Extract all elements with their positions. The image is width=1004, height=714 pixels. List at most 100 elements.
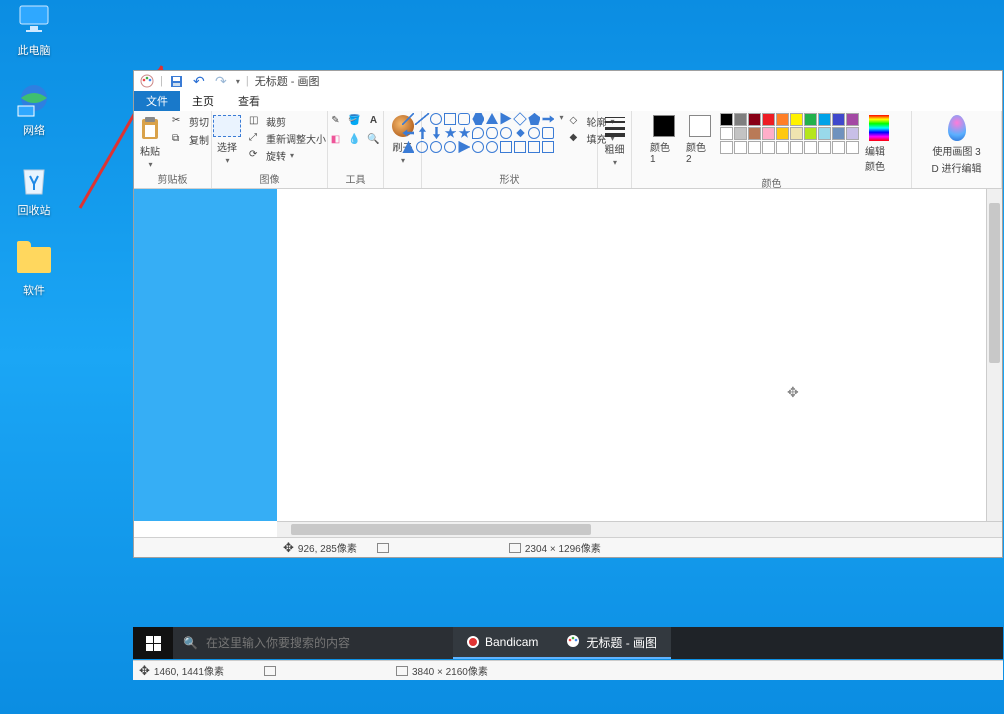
eraser-tool[interactable]: ◧ [329, 132, 343, 146]
palette-swatch[interactable] [734, 141, 747, 154]
palette-swatch[interactable] [720, 113, 733, 126]
stroke-button[interactable]: 粗细▾ [599, 113, 631, 169]
crop-button[interactable]: ◫ 裁剪 [247, 113, 328, 130]
palette-swatch[interactable] [762, 141, 775, 154]
palette-swatch[interactable] [804, 127, 817, 140]
palette-swatch[interactable] [846, 127, 859, 140]
taskbar-item-paint[interactable]: 无标题 - 画图 [552, 627, 671, 659]
palette-swatch[interactable] [762, 127, 775, 140]
taskbar: 🔍 Bandicam 无标题 - 画图 [133, 627, 1003, 659]
stroke-icon [605, 115, 625, 139]
group-paint3d: 使用画图 3 D 进行编辑 [912, 111, 1002, 188]
palette-swatch[interactable] [846, 113, 859, 126]
taskbar-item-label: Bandicam [485, 635, 538, 649]
window-title: 无标题 - 画图 [255, 73, 320, 89]
palette-swatch[interactable] [776, 127, 789, 140]
desktop-icon-recyclebin[interactable]: 回收站 [8, 162, 60, 218]
canvas-size-icon [509, 543, 521, 553]
outline-icon: ◇ [570, 115, 584, 129]
ribbon: 粘贴▾ ✂ 剪切 ⧉ 复制 剪贴板 [134, 111, 1002, 189]
pencil-tool[interactable]: ✎ [329, 113, 343, 127]
search-input[interactable] [206, 636, 443, 650]
canvas-size-icon [396, 666, 408, 676]
tab-file[interactable]: 文件 [134, 91, 180, 111]
palette-swatch[interactable] [762, 113, 775, 126]
palette-swatch[interactable] [720, 127, 733, 140]
magnifier-tool[interactable]: 🔍 [367, 132, 381, 146]
tab-home[interactable]: 主页 [180, 91, 226, 111]
resize-button[interactable]: ⤢ 重新调整大小 [247, 130, 328, 147]
group-stroke: 粗细▾ [598, 111, 632, 188]
edit-colors-button[interactable]: 编辑颜色 [863, 113, 895, 175]
taskbar-item-bandicam[interactable]: Bandicam [453, 627, 552, 659]
tab-view[interactable]: 查看 [226, 91, 272, 111]
group-clipboard: 粘贴▾ ✂ 剪切 ⧉ 复制 剪贴板 [134, 111, 212, 188]
palette-swatch[interactable] [776, 113, 789, 126]
taskbar-search[interactable]: 🔍 [173, 627, 453, 659]
copy-button[interactable]: ⧉ 复制 [170, 131, 211, 148]
horizontal-scrollbar[interactable] [277, 521, 1002, 537]
palette-swatch[interactable] [748, 141, 761, 154]
rotate-button[interactable]: ⟳ 旋转▾ [247, 147, 328, 164]
paint-window: | ↶ ↷ ▾ | 无标题 - 画图 文件 主页 查看 粘贴▾ ✂ [133, 70, 1003, 558]
qat-customize-chevron[interactable]: ▾ [235, 77, 240, 86]
palette-swatch[interactable] [846, 141, 859, 154]
group-label: 图像 [260, 171, 280, 188]
desktop-icon-thispc[interactable]: 此电脑 [8, 2, 60, 58]
palette-swatch[interactable] [832, 113, 845, 126]
canvas-size: 2304 × 1296像素 [525, 540, 601, 555]
paint-app-icon [566, 634, 580, 651]
color1-swatch [653, 115, 675, 137]
qat-redo-button[interactable]: ↷ [213, 73, 229, 89]
paint3d-icon [948, 115, 966, 141]
desktop-icon-label: 网络 [23, 122, 45, 138]
shapes-gallery[interactable] [402, 113, 554, 153]
text-tool[interactable]: A [367, 113, 381, 127]
color1-button[interactable]: 颜色 1 [648, 113, 680, 167]
computer-icon [16, 2, 52, 38]
rainbow-icon [869, 115, 889, 141]
eyedropper-tool[interactable]: 💧 [348, 132, 362, 146]
select-button[interactable]: 选择▾ [211, 113, 243, 167]
palette-swatch[interactable] [804, 113, 817, 126]
color2-button[interactable]: 颜色 2 [684, 113, 716, 167]
position-icon: ✥ [139, 663, 150, 679]
vertical-scrollbar[interactable] [986, 189, 1002, 521]
palette-swatch[interactable] [818, 127, 831, 140]
palette-swatch[interactable] [748, 127, 761, 140]
palette-swatch[interactable] [734, 113, 747, 126]
palette-swatch[interactable] [720, 141, 733, 154]
paste-button[interactable]: 粘贴▾ [134, 113, 166, 171]
palette-swatch[interactable] [818, 141, 831, 154]
palette-swatch[interactable] [790, 141, 803, 154]
palette-swatch[interactable] [832, 141, 845, 154]
start-button[interactable] [133, 627, 173, 659]
resize-icon: ⤢ [249, 132, 263, 146]
paint-statusbar: ✥ 926, 285像素 2304 × 1296像素 [134, 537, 1002, 557]
paint-app-icon [140, 74, 154, 88]
palette-swatch[interactable] [776, 141, 789, 154]
palette-swatch[interactable] [790, 127, 803, 140]
desktop-icon-software[interactable]: 软件 [8, 242, 60, 298]
palette-swatch[interactable] [748, 113, 761, 126]
cut-button[interactable]: ✂ 剪切 [170, 113, 211, 130]
paint3d-button[interactable]: 使用画图 3 D 进行编辑 [929, 113, 985, 177]
titlebar: | ↶ ↷ ▾ | 无标题 - 画图 [134, 71, 1002, 91]
outer-statusbar: ✥ 1460, 1441像素 3840 × 2160像素 [133, 660, 1003, 680]
palette-swatch[interactable] [734, 127, 747, 140]
desktop-icon-label: 回收站 [18, 202, 51, 218]
shapes-more-chevron[interactable]: ▾ [558, 113, 563, 122]
canvas[interactable]: ✥ [277, 189, 986, 521]
desktop-icon-network[interactable]: 网络 [8, 82, 60, 138]
selection-size-icon [377, 543, 389, 553]
ribbon-tabs: 文件 主页 查看 [134, 91, 1002, 111]
taskbar-item-label: 无标题 - 画图 [586, 634, 657, 651]
color-palette[interactable] [720, 113, 859, 154]
palette-swatch[interactable] [832, 127, 845, 140]
palette-swatch[interactable] [804, 141, 817, 154]
qat-save-button[interactable] [169, 73, 185, 89]
qat-undo-button[interactable]: ↶ [191, 73, 207, 89]
fill-tool[interactable]: 🪣 [348, 113, 362, 127]
palette-swatch[interactable] [818, 113, 831, 126]
palette-swatch[interactable] [790, 113, 803, 126]
